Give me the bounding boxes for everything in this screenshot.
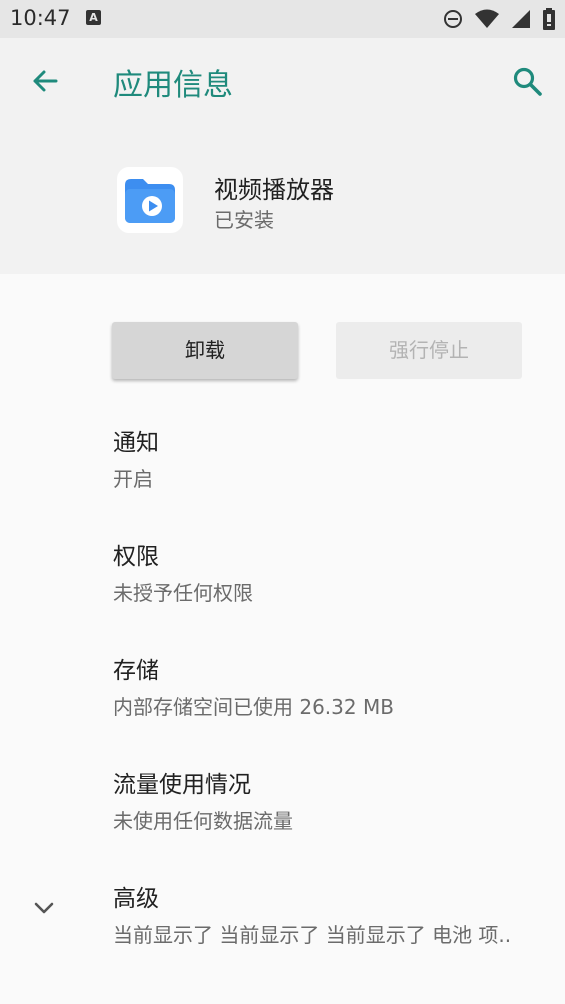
settings-item-title: 存储 bbox=[113, 658, 159, 684]
settings-item-title: 通知 bbox=[113, 430, 159, 456]
settings-item-advanced[interactable]: 高级 当前显示了 当前显示了 当前显示了 电池 项.. bbox=[113, 879, 553, 948]
notification-a-icon: A bbox=[86, 10, 101, 25]
arrow-left-icon bbox=[33, 70, 58, 92]
force-stop-button[interactable]: 强行停止 bbox=[336, 322, 522, 379]
settings-item-subtitle: 未授予任何权限 bbox=[113, 581, 253, 605]
app-icon bbox=[117, 167, 183, 233]
settings-item-permissions[interactable]: 权限 未授予任何权限 bbox=[113, 537, 553, 606]
app-install-status: 已安装 bbox=[214, 208, 274, 232]
settings-item-title: 高级 bbox=[113, 886, 159, 912]
settings-item-title: 流量使用情况 bbox=[113, 772, 251, 798]
signal-icon bbox=[512, 10, 530, 28]
settings-item-subtitle: 内部存储空间已使用 26.32 MB bbox=[113, 695, 394, 719]
page-title: 应用信息 bbox=[113, 68, 233, 103]
app-name: 视频播放器 bbox=[214, 176, 334, 204]
search-icon bbox=[513, 67, 542, 96]
uninstall-button[interactable]: 卸载 bbox=[112, 322, 298, 379]
chevron-down-icon bbox=[34, 902, 54, 914]
status-icons bbox=[443, 8, 555, 30]
settings-item-subtitle: 未使用任何数据流量 bbox=[113, 809, 293, 833]
video-folder-icon bbox=[125, 179, 175, 223]
expand-advanced-button[interactable] bbox=[30, 894, 58, 922]
wifi-icon bbox=[475, 9, 499, 28]
back-button[interactable] bbox=[28, 64, 62, 98]
app-header bbox=[0, 38, 565, 274]
settings-item-storage[interactable]: 存储 内部存储空间已使用 26.32 MB bbox=[113, 651, 553, 720]
dnd-icon bbox=[444, 10, 462, 28]
settings-item-notifications[interactable]: 通知 开启 bbox=[113, 423, 553, 492]
settings-item-title: 权限 bbox=[113, 544, 159, 570]
settings-item-subtitle: 开启 bbox=[113, 467, 153, 491]
search-button[interactable] bbox=[510, 64, 544, 98]
battery-icon bbox=[543, 8, 555, 30]
status-bar: 10:47 A bbox=[0, 0, 565, 38]
status-time: 10:47 bbox=[10, 6, 71, 30]
settings-item-subtitle: 当前显示了 当前显示了 当前显示了 电池 项.. bbox=[113, 923, 512, 947]
settings-item-data-usage[interactable]: 流量使用情况 未使用任何数据流量 bbox=[113, 765, 553, 834]
